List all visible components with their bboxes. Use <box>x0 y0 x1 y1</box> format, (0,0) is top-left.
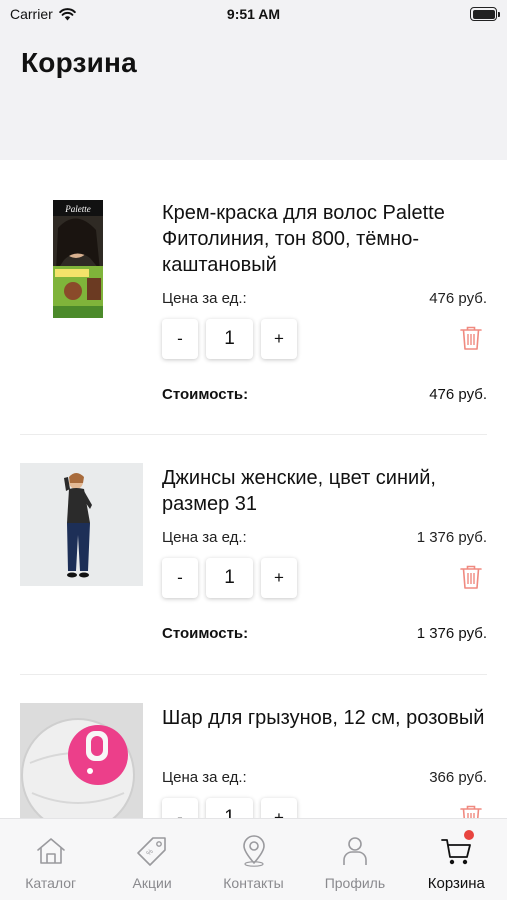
increase-quantity-button[interactable]: + <box>261 319 297 359</box>
decrease-quantity-button[interactable]: - <box>162 798 198 818</box>
tab-label: Контакты <box>223 875 284 891</box>
tab-label: Профиль <box>324 875 386 891</box>
home-icon <box>36 838 65 864</box>
unit-price-row: Цена за ед.: 476 руб. <box>162 290 487 307</box>
product-image-rodent-ball[interactable] <box>20 703 143 818</box>
status-time: 9:51 AM <box>226 6 281 22</box>
trash-icon[interactable] <box>459 325 483 351</box>
increase-quantity-button[interactable]: + <box>261 798 297 818</box>
quantity-value[interactable]: 1 <box>206 798 253 818</box>
quantity-stepper: - 1 + <box>162 558 297 598</box>
tab-label: Акции <box>132 875 172 891</box>
quantity-value[interactable]: 1 <box>206 319 253 359</box>
unit-price-row: Цена за ед.: 1 376 руб. <box>162 529 487 546</box>
cost-row: Стоимость: 476 руб. <box>162 386 487 403</box>
unit-price-value: 1 376 руб. <box>416 529 487 546</box>
unit-price-label: Цена за ед.: <box>162 529 247 546</box>
cost-value: 476 руб. <box>429 386 487 403</box>
product-title[interactable]: Шар для грызунов, 12 см, розовый <box>162 705 487 731</box>
svg-text:Palette: Palette <box>64 204 91 214</box>
cart-item: Palette Крем-краска для волос Palette Фи… <box>20 160 487 435</box>
product-image-jeans[interactable] <box>20 463 143 586</box>
tab-bar: Каталог % Акции Контакты Профиль Корзина <box>0 818 507 900</box>
map-pin-icon <box>242 835 265 867</box>
unit-price-label: Цена за ед.: <box>162 290 247 307</box>
decrease-quantity-button[interactable]: - <box>162 558 198 598</box>
tab-catalog[interactable]: Каталог <box>0 819 101 900</box>
trash-icon[interactable] <box>459 564 483 590</box>
cart-item: Шар для грызунов, 12 см, розовый Цена за… <box>20 675 487 818</box>
cost-label: Стоимость: <box>162 625 249 642</box>
product-title[interactable]: Джинсы женские, цвет синий, размер 31 <box>162 465 487 517</box>
product-image-hair-dye[interactable]: Palette <box>20 198 143 321</box>
unit-price-row: Цена за ед.: 366 руб. <box>162 769 487 786</box>
tab-label: Корзина <box>427 875 485 892</box>
product-title[interactable]: Крем-краска для волос Palette Фитолиния,… <box>162 200 487 278</box>
cart-item: Джинсы женские, цвет синий, размер 31 Це… <box>20 435 487 675</box>
person-icon <box>343 837 367 865</box>
tab-promotions[interactable]: % Акции <box>101 819 202 900</box>
decrease-quantity-button[interactable]: - <box>162 319 198 359</box>
cost-value: 1 376 руб. <box>416 625 487 642</box>
unit-price-value: 476 руб. <box>429 290 487 307</box>
unit-price-value: 366 руб. <box>429 769 487 786</box>
svg-text:%: % <box>146 848 155 857</box>
battery-icon <box>470 7 500 21</box>
quantity-stepper: - 1 + <box>162 319 297 359</box>
cost-label: Стоимость: <box>162 386 249 403</box>
quantity-value[interactable]: 1 <box>206 558 253 598</box>
cart-badge <box>464 830 475 840</box>
unit-price-label: Цена за ед.: <box>162 769 247 786</box>
trash-icon[interactable] <box>459 804 483 818</box>
quantity-stepper: - 1 + <box>162 798 297 818</box>
cart-list[interactable]: Palette Крем-краска для волос Palette Фи… <box>0 160 507 818</box>
tag-icon: % <box>137 837 166 866</box>
status-bar: Carrier 9:51 AM <box>0 0 507 30</box>
tab-cart[interactable]: Корзина <box>406 819 507 900</box>
tab-contacts[interactable]: Контакты <box>203 819 304 900</box>
cost-row: Стоимость: 1 376 руб. <box>162 625 487 642</box>
page-title: Корзина <box>21 47 137 78</box>
increase-quantity-button[interactable]: + <box>261 558 297 598</box>
tab-label: Каталог <box>25 875 77 891</box>
tab-profile[interactable]: Профиль <box>304 819 405 900</box>
page-header: Корзина <box>0 30 507 160</box>
